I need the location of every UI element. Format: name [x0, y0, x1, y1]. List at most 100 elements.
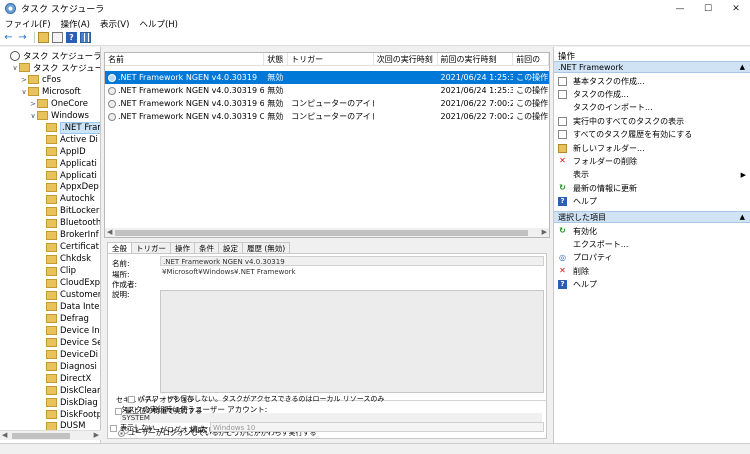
- show-hide-tree-icon[interactable]: [52, 32, 63, 43]
- chevron-down-icon[interactable]: ∨: [29, 112, 37, 120]
- maximize-button[interactable]: ☐: [694, 0, 722, 17]
- up-folder-icon[interactable]: [38, 32, 49, 43]
- scroll-thumb[interactable]: [12, 433, 70, 439]
- tree-item[interactable]: Active Di: [38, 134, 98, 146]
- checkbox-no-password[interactable]: パスワードを保存しない。タスクがアクセスできるのはローカル リソースのみ: [128, 394, 384, 404]
- action-item[interactable]: すべてのタスク履歴を有効にする: [558, 129, 746, 141]
- menu-view[interactable]: 表示(V): [95, 18, 134, 30]
- tree-item[interactable]: Clip: [38, 265, 76, 277]
- tree-item[interactable]: Applicati: [38, 158, 97, 170]
- collapse-up-icon[interactable]: ▲: [740, 62, 745, 73]
- action-item[interactable]: ✕ フォルダーの削除: [558, 155, 746, 167]
- tree-item[interactable]: Autochk: [38, 193, 95, 205]
- task-cell: 無効: [267, 73, 284, 82]
- chevron-right-icon[interactable]: >: [29, 100, 37, 108]
- collapse-up-icon[interactable]: ▲: [740, 212, 745, 223]
- tree-item[interactable]: Applicati: [38, 170, 97, 182]
- action-item[interactable]: タスクの作成...: [558, 88, 746, 100]
- checkbox-highest-privileges[interactable]: 最上位の特権で実行する: [115, 406, 202, 416]
- column-header[interactable]: 状態: [264, 53, 289, 66]
- tree-item[interactable]: タスク スケジューラ (ローカ: [2, 50, 100, 62]
- name-field[interactable]: .NET Framework NGEN v4.0.30319: [160, 256, 544, 266]
- tree-item[interactable]: DiskClean: [38, 385, 100, 397]
- action-item[interactable]: ↻ 最新の情報に更新: [558, 182, 746, 194]
- action-item[interactable]: 実行中のすべてのタスクの表示: [558, 115, 746, 127]
- description-field[interactable]: [160, 290, 544, 393]
- tree-item[interactable]: BitLocker: [38, 205, 99, 217]
- tree-item[interactable]: CloudExp: [38, 277, 100, 289]
- checkbox[interactable]: [110, 424, 117, 432]
- column-header[interactable]: 前回の: [513, 53, 549, 66]
- column-header[interactable]: 次回の実行時刻: [374, 53, 438, 66]
- task-list-horizontal-scrollbar[interactable]: ◀ ▶: [105, 228, 549, 237]
- delete-x-icon: ✕: [559, 266, 566, 276]
- checkbox[interactable]: [128, 395, 135, 403]
- tree-item[interactable]: BrokerInf: [38, 229, 99, 241]
- tree-item[interactable]: Customer: [38, 289, 100, 301]
- tree-item[interactable]: > cFos: [20, 74, 61, 86]
- tree-item[interactable]: AppID: [38, 146, 86, 158]
- tree-item[interactable]: > OneCore: [29, 98, 88, 110]
- tree-item[interactable]: Chkdsk: [38, 253, 91, 265]
- chevron-right-icon[interactable]: >: [20, 76, 28, 84]
- action-item[interactable]: 新しいフォルダー...: [558, 142, 746, 154]
- action-item[interactable]: ? ヘルプ: [558, 279, 746, 291]
- tree-item[interactable]: DiskDiag: [38, 397, 98, 409]
- scroll-left-icon[interactable]: ◀: [2, 431, 7, 439]
- checkbox-hidden[interactable]: 表示しない: [110, 423, 155, 433]
- action-item[interactable]: ✕ 削除: [558, 265, 746, 277]
- tree-item[interactable]: ∨ Microsoft: [20, 86, 80, 98]
- menu-file[interactable]: ファイル(F): [0, 18, 56, 30]
- chevron-down-icon[interactable]: ∨: [11, 64, 19, 72]
- tree-item[interactable]: DiskFootp: [38, 409, 100, 421]
- action-item[interactable]: 基本タスクの作成...: [558, 75, 746, 87]
- tree-item[interactable]: Defrag: [38, 313, 89, 325]
- column-header[interactable]: 名前: [105, 53, 265, 66]
- section-net-framework[interactable]: .NET Framework ▲: [554, 61, 750, 73]
- tree-item[interactable]: Device In: [38, 325, 100, 337]
- action-item[interactable]: ↻ 有効化: [558, 225, 746, 237]
- forward-arrow-icon[interactable]: →: [17, 32, 28, 43]
- tree-item[interactable]: DirectX: [38, 373, 91, 385]
- scroll-left-icon[interactable]: ◀: [107, 228, 112, 236]
- task-icon: [108, 99, 116, 108]
- folder-icon: [46, 398, 57, 408]
- action-item[interactable]: エクスポート...: [558, 238, 746, 250]
- task-row[interactable]: .NET Framework NGEN v4.0.30319 Criti...無…: [105, 110, 549, 123]
- tree-item[interactable]: Data Inte: [38, 301, 99, 313]
- task-row[interactable]: .NET Framework NGEN v4.0.30319 無効 2021/06/…: [105, 71, 549, 84]
- tree-item[interactable]: Bluetooth: [38, 217, 100, 229]
- tree-item[interactable]: Diagnosi: [38, 361, 97, 373]
- tree-item[interactable]: Certificat: [38, 241, 99, 253]
- minimize-button[interactable]: —: [666, 0, 694, 17]
- tree-horizontal-scrollbar[interactable]: ◀ ▶: [0, 430, 101, 440]
- scroll-thumb[interactable]: [115, 230, 528, 236]
- tree-item-label: Clip: [60, 266, 77, 277]
- tree-item[interactable]: ∨ タスク スケジューラ ラ: [11, 62, 100, 74]
- column-header[interactable]: トリガー: [288, 53, 374, 66]
- back-arrow-icon[interactable]: ←: [3, 32, 14, 43]
- tree-item[interactable]: AppxDep: [38, 181, 99, 193]
- action-item[interactable]: 表示 ▶: [558, 169, 746, 181]
- task-row[interactable]: .NET Framework NGEN v4.0.30319 64 C...無効…: [105, 97, 549, 110]
- task-row[interactable]: .NET Framework NGEN v4.0.30319 64 無効 2021/…: [105, 84, 549, 97]
- action-item[interactable]: ◎ プロパティ: [558, 252, 746, 264]
- help-icon[interactable]: ?: [66, 32, 77, 43]
- tree-item[interactable]: .NET Fram: [38, 121, 100, 134]
- tree-item[interactable]: DeviceDi: [38, 349, 98, 361]
- scroll-right-icon[interactable]: ▶: [94, 431, 99, 439]
- section-selected-item[interactable]: 選択した項目 ▲: [554, 211, 750, 223]
- action-item[interactable]: タスクのインポート...: [558, 102, 746, 114]
- menu-action[interactable]: 操作(A): [56, 18, 95, 30]
- tree-item[interactable]: Device Se: [38, 337, 100, 349]
- action-item[interactable]: ? ヘルプ: [558, 196, 746, 208]
- tree-item[interactable]: ∨ Windows: [29, 110, 89, 122]
- chevron-down-icon[interactable]: ∨: [20, 88, 28, 96]
- scroll-right-icon[interactable]: ▶: [542, 228, 547, 236]
- checkbox[interactable]: [115, 407, 122, 415]
- config-select[interactable]: Windows 10: [210, 422, 544, 432]
- close-button[interactable]: ✕: [722, 0, 750, 17]
- action-pane-icon[interactable]: [80, 32, 91, 43]
- menu-help[interactable]: ヘルプ(H): [134, 18, 183, 30]
- column-header[interactable]: 前回の実行時刻: [438, 53, 514, 66]
